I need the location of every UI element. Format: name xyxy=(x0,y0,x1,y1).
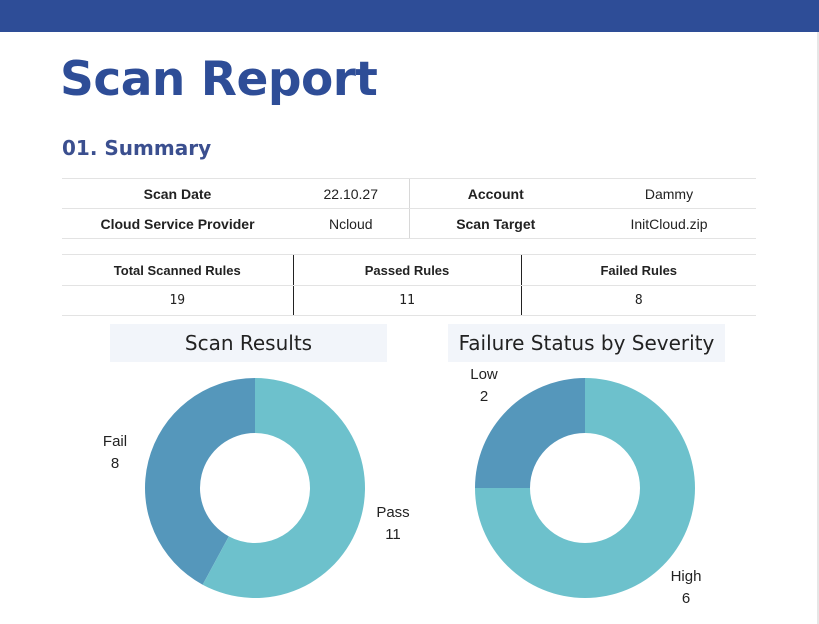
fail-slice-label: Fail 8 xyxy=(90,431,140,475)
pass-label-text: Pass xyxy=(376,504,410,521)
low-slice-label: Low 2 xyxy=(459,364,509,408)
high-slice-label: High 6 xyxy=(661,566,711,610)
severity-donut xyxy=(475,378,695,598)
pass-label-value: 11 xyxy=(385,526,401,543)
low-label-value: 2 xyxy=(479,388,489,405)
low-label-text: Low xyxy=(470,366,498,383)
pass-slice-label: Pass 11 xyxy=(368,502,418,546)
high-label-text: High xyxy=(670,568,702,585)
fail-label-value: 8 xyxy=(110,455,120,472)
scan-results-donut xyxy=(144,378,365,598)
fail-label-text: Fail xyxy=(102,433,128,450)
high-label-value: 6 xyxy=(681,590,691,607)
